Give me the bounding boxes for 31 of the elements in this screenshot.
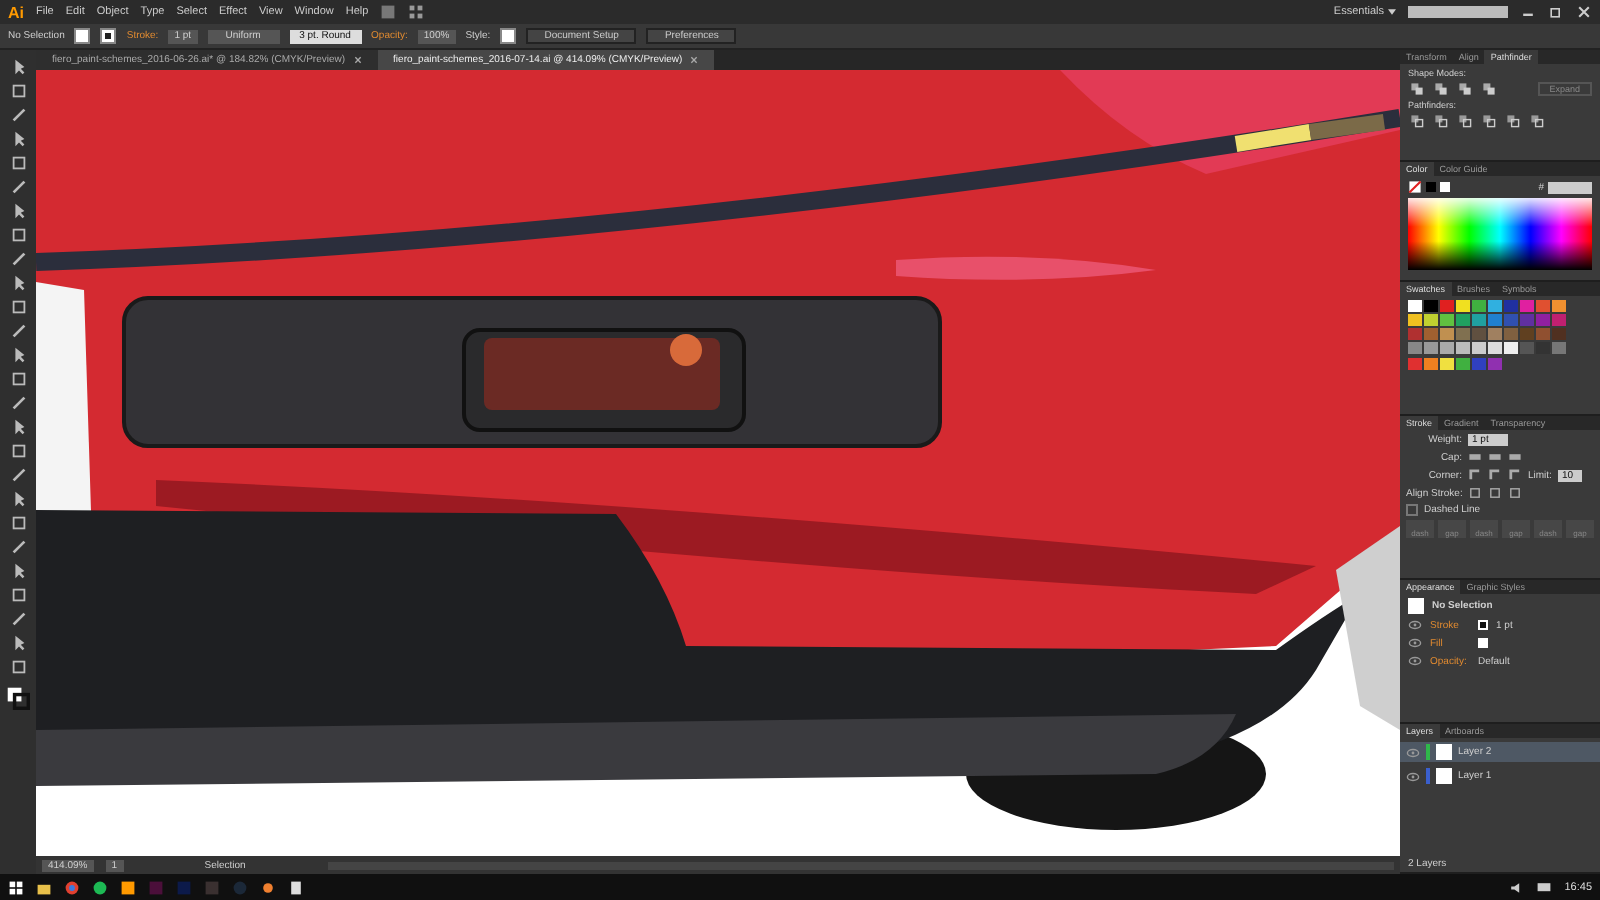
fill-stroke-icon[interactable]	[6, 686, 30, 710]
browser-icon[interactable]	[64, 879, 80, 895]
close-icon[interactable]	[690, 55, 699, 64]
arrange-icon[interactable]	[408, 4, 425, 20]
stroke-swatch[interactable]	[100, 28, 117, 44]
none-swatch-icon[interactable]	[1408, 180, 1422, 194]
restore-icon[interactable]	[1548, 4, 1564, 20]
default-fill-swatch[interactable]	[1440, 182, 1450, 192]
music-app-icon[interactable]	[92, 879, 108, 895]
eye-icon[interactable]	[1406, 745, 1420, 759]
windows-start-icon[interactable]	[8, 879, 24, 895]
caret-icon[interactable]	[1388, 8, 1396, 16]
attribute-swatch[interactable]	[1478, 620, 1488, 630]
dashed-line-checkbox[interactable]	[1406, 504, 1418, 516]
fill-swatch[interactable]	[74, 28, 91, 44]
eye-icon[interactable]	[1406, 769, 1420, 783]
default-stroke-swatch[interactable]	[1426, 182, 1436, 192]
hex-field[interactable]	[1548, 181, 1592, 193]
style-swatch[interactable]	[500, 28, 517, 44]
eye-icon[interactable]	[1408, 618, 1422, 632]
eye-icon[interactable]	[1408, 654, 1422, 668]
selection-thumbnail	[1408, 598, 1424, 614]
app-logo: Ai	[8, 3, 24, 21]
folder-icon[interactable]	[36, 879, 52, 895]
search-field[interactable]	[1408, 6, 1508, 18]
close-icon[interactable]	[353, 55, 362, 64]
close-icon[interactable]	[1576, 4, 1592, 20]
eye-icon[interactable]	[1408, 636, 1422, 650]
color-spectrum[interactable]	[1408, 198, 1592, 270]
speaker-icon[interactable]	[1508, 879, 1525, 895]
attribute-swatch[interactable]	[1478, 638, 1488, 648]
